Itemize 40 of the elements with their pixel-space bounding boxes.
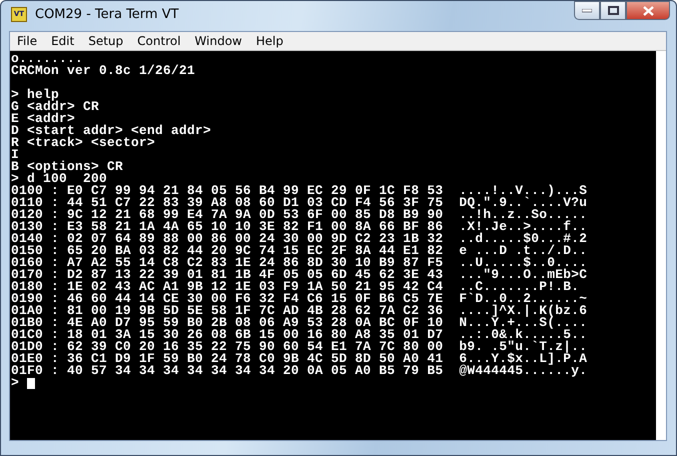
close-icon	[642, 6, 654, 16]
menu-item[interactable]: File	[10, 34, 44, 48]
menu-item[interactable]: Window	[188, 34, 249, 48]
terminal-line: 01C0 : 18 01 3A 15 30 26 08 6B 15 00 16 80 A8 35 01 D7 ..:.0&.k.....5..	[11, 329, 588, 341]
terminal-line: 01B0 : 4E A0 D7 95 59 B0 2B 08 06 A9 53 28 0A BC 0F 10 N...Y.+...S(....	[11, 317, 588, 329]
terminal-line: D <start addr> <end addr>	[11, 125, 212, 137]
terminal-line: 01D0 : 62 39 C0 20 16 35 22 75 90 60 54 E1 7A 7C 80 00 b9. .5"u.`T.z|..	[11, 341, 588, 353]
terminal-line: B <options> CR	[11, 161, 124, 173]
terminal-line: 0130 : E3 58 21 1A 4A 65 10 10 3E 82 F1 00 8A 66 BF 86 .X!.Je..>....f..	[11, 221, 588, 233]
terminal-line: 0180 : 1E 02 43 AC A1 9B 12 1E 03 F9 1A 50 21 95 42 C4 ..C.......P!.B.	[11, 281, 580, 293]
terminal-line: > help	[11, 89, 60, 101]
terminal-line: 0110 : 44 51 C7 22 83 39 A8 08 60 D1 03 CD F4 56 3F 75 DQ.".9..`....V?u	[11, 197, 588, 209]
terminal-line: o........	[11, 53, 84, 65]
minimize-button[interactable]	[574, 1, 600, 20]
terminal-line: G <addr> CR	[11, 101, 100, 113]
maximize-icon	[608, 6, 618, 15]
menu-item[interactable]: Help	[249, 34, 290, 48]
terminal-line: 0100 : E0 C7 99 94 21 84 05 56 B4 99 EC 29 0F 1C F8 53 ....!..V...)...S	[11, 185, 588, 197]
terminal-line: 0120 : 9C 12 21 68 99 E4 7A 9A 0D 53 6F 00 85 D8 B9 90 ..!h..z..So.....	[11, 209, 588, 221]
maximize-button[interactable]	[600, 1, 626, 20]
terminal-line: 0170 : D2 87 13 22 39 01 81 1B 4F 05 05 6D 45 62 3E 43 ..."9...O..mEb>C	[11, 269, 588, 281]
terminal-line: 0140 : 02 07 64 89 88 00 86 00 24 30 00 9D C2 23 1B 32 ..d.....$0...#.2	[11, 233, 588, 245]
terminal-line: CRCMon ver 0.8c 1/26/21	[11, 65, 196, 77]
menu-item[interactable]: Control	[130, 34, 188, 48]
menu-item[interactable]: Setup	[81, 34, 130, 48]
terminal-line: 01E0 : 36 C1 D9 1F 59 B0 24 78 C0 9B 4C 5D 8D 50 A0 41 6...Y.$x..L].P.A	[11, 353, 588, 365]
prompt: >	[11, 377, 20, 389]
minimize-icon	[582, 8, 592, 12]
terminal-line: 01A0 : 81 00 19 9B 5D 5E 58 1F 7C AD 4B 28 62 7A C2 36 ....]^X.|.K(bz.6	[11, 305, 588, 317]
terminal-line: I	[11, 149, 20, 161]
terminal-line: E <addr>	[11, 113, 76, 125]
terminal-line: > d 100 200	[11, 173, 108, 185]
terminal-line: R <track> <sector>	[11, 137, 156, 149]
terminal-line: 01F0 : 40 57 34 34 34 34 34 34 34 20 0A 05 A0 B5 79 B5 @W444445......y.	[11, 365, 588, 377]
terminal-line: 0150 : 65 20 BA 03 82 44 20 9C 74 15 EC 2F 8A 44 E1 82 e ...D .t../.D..	[11, 245, 588, 257]
menu-item[interactable]: Edit	[44, 34, 82, 48]
window-title: COM29 - Tera Term VT	[35, 6, 179, 22]
close-button[interactable]	[626, 1, 670, 20]
terminal-line: 0160 : A7 A2 55 14 C8 C2 83 1E 24 86 8D 30 10 B9 87 F5 ..U.....$..0....	[11, 257, 588, 269]
terminal-line: 0190 : 46 60 44 14 CE 30 00 F6 32 F4 C6 15 0F B6 C5 7E F`D..0..2......~	[11, 293, 588, 305]
